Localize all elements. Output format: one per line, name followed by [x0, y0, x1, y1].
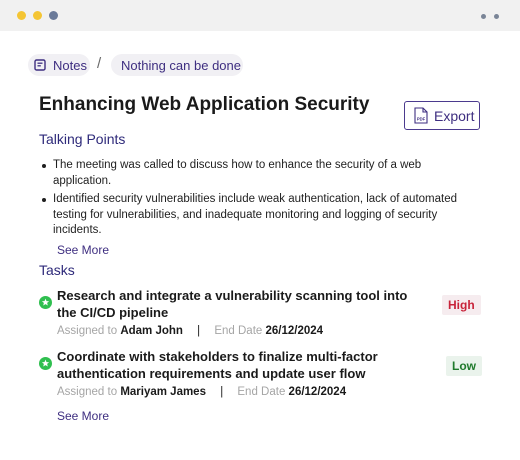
note-icon — [32, 57, 48, 73]
end-date-label: End Date — [214, 325, 263, 337]
breadcrumb-current[interactable]: Nothing can be done — [111, 54, 243, 76]
bullet-dot-icon — [42, 164, 46, 168]
assignee-name: Adam John — [120, 325, 183, 337]
talking-point-text: The meeting was called to discuss how to… — [53, 159, 422, 187]
window-titlebar — [0, 0, 520, 31]
window-dot-yellow-2[interactable] — [33, 11, 42, 20]
talking-point-text: Identified security vulnerabilities incl… — [53, 193, 458, 236]
priority-badge-high: High — [442, 295, 481, 315]
priority-badge-low: Low — [446, 356, 482, 376]
task-meta: Assigned to Adam John | End Date 26/12/2… — [57, 325, 323, 337]
end-date-label: End Date — [237, 386, 286, 398]
assigned-label: Assigned to — [57, 325, 118, 337]
breadcrumb-separator: / — [97, 55, 102, 72]
assignee-name: Mariyam James — [120, 386, 206, 398]
more-options-dot-2[interactable] — [494, 14, 499, 19]
pdf-icon-text: PDF — [417, 117, 426, 122]
tasks-see-more-link[interactable]: See More — [57, 409, 109, 423]
app-window: Notes / Nothing can be done Enhancing We… — [0, 0, 520, 460]
check-badge-icon — [39, 296, 52, 309]
tasks-heading: Tasks — [39, 262, 75, 278]
talking-points-see-more-link[interactable]: See More — [57, 243, 109, 257]
talking-points-list: The meeting was called to discuss how to… — [39, 158, 479, 242]
talking-point-item: Identified security vulnerabilities incl… — [39, 192, 479, 239]
check-badge-icon — [39, 357, 52, 370]
task-title[interactable]: Coordinate with stakeholders to finalize… — [57, 348, 427, 382]
page-title: Enhancing Web Application Security — [39, 94, 370, 115]
window-dot-gray[interactable] — [49, 11, 58, 20]
task-title[interactable]: Research and integrate a vulnerability s… — [57, 287, 427, 321]
meta-separator: | — [197, 325, 201, 337]
breadcrumb-notes-label: Notes — [53, 57, 87, 73]
bullet-dot-icon — [42, 198, 46, 202]
breadcrumb-notes[interactable]: Notes — [28, 54, 90, 76]
talking-points-heading: Talking Points — [39, 131, 126, 147]
end-date-value: 26/12/2024 — [265, 325, 324, 337]
export-button[interactable]: PDF Export — [404, 101, 480, 130]
breadcrumb-current-label: Nothing can be done — [121, 57, 241, 73]
task-meta: Assigned to Mariyam James | End Date 26/… — [57, 386, 346, 398]
talking-point-item: The meeting was called to discuss how to… — [39, 158, 479, 189]
more-options-dot-1[interactable] — [481, 14, 486, 19]
end-date-value: 26/12/2024 — [288, 386, 347, 398]
window-dot-yellow-1[interactable] — [17, 11, 26, 20]
assigned-label: Assigned to — [57, 386, 118, 398]
meta-separator: | — [220, 386, 224, 398]
export-label: Export — [434, 107, 475, 124]
pdf-icon: PDF — [414, 107, 428, 124]
